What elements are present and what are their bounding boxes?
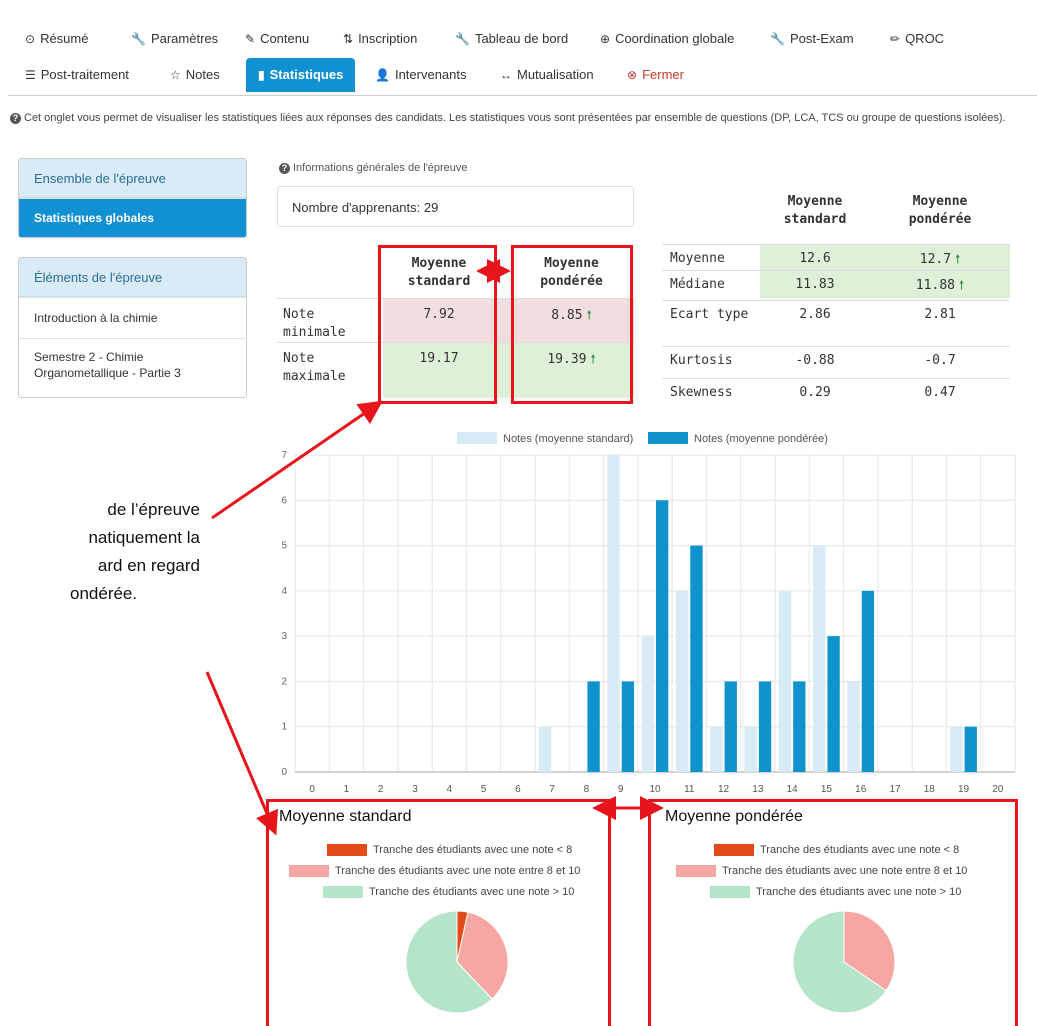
overlay-line: de l’épreuve (107, 500, 200, 519)
overlay-caption: de l’épreuve natiquement la ard en regar… (0, 496, 210, 608)
overlay-line: ard en regard (97, 556, 200, 575)
annotation-arrow (205, 671, 279, 836)
overlay-line: natiquement la (88, 528, 200, 547)
overlay-line: ondérée. (70, 584, 138, 603)
annotation-arrow (211, 400, 383, 520)
